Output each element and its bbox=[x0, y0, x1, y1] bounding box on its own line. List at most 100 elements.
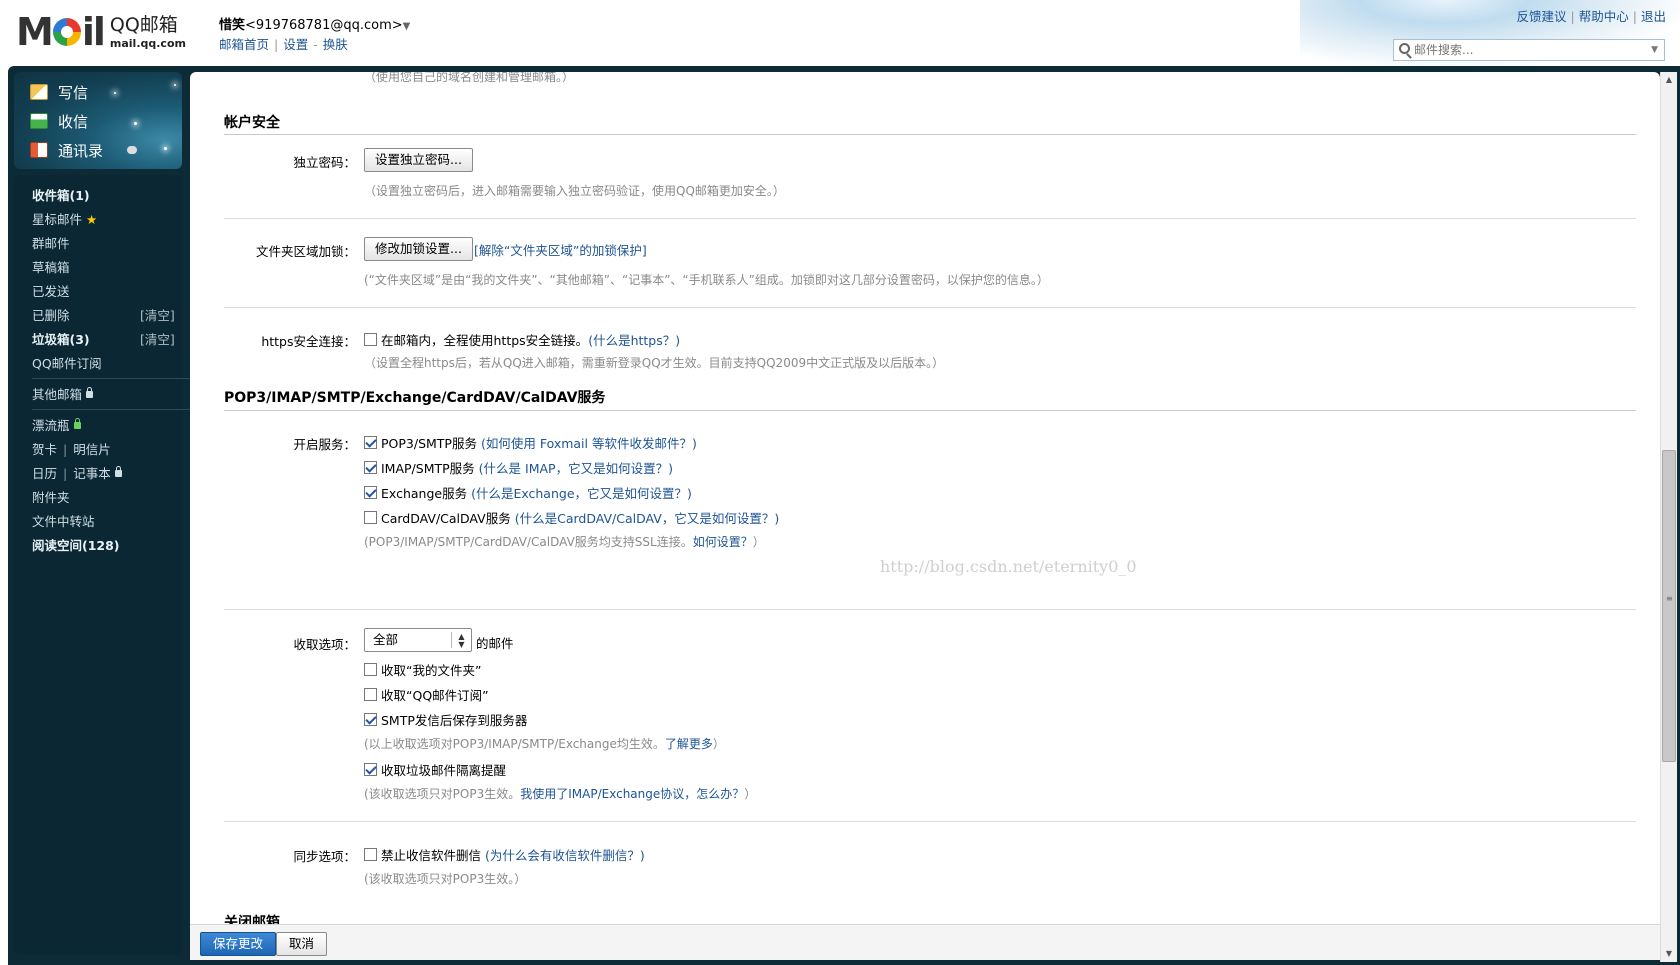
notebook-link[interactable]: 记事本 bbox=[73, 466, 111, 481]
carddav-label: CardDAV/CalDAV服务 bbox=[381, 510, 511, 526]
mailbox-home-link[interactable]: 邮箱首页 bbox=[219, 37, 269, 52]
exchange-checkbox[interactable] bbox=[364, 485, 377, 499]
fetch-my-folders: 收取“我的文件夹” bbox=[364, 660, 481, 678]
no-delete-checkbox[interactable] bbox=[364, 847, 377, 861]
folder-drafts[interactable]: 草稿箱 bbox=[32, 259, 70, 277]
decor-star bbox=[114, 92, 116, 94]
independent-password-hint: （设置独立密码后，进入邮箱需要输入独立密码验证，使用QQ邮箱更加安全。） bbox=[364, 184, 785, 198]
user-menu-arrow-icon[interactable]: ▼ bbox=[403, 21, 411, 32]
user-info[interactable]: 惜笑<919768781@qq.com>▼ bbox=[219, 14, 410, 33]
postcard-link[interactable]: 明信片 bbox=[73, 442, 111, 457]
search-input[interactable] bbox=[1414, 41, 1634, 59]
smtp-save-checkbox[interactable] bbox=[364, 712, 377, 726]
clear-deleted-link[interactable]: [清空] bbox=[140, 307, 175, 325]
remove-lock-link[interactable]: [解除“文件夹区域”的加锁保护] bbox=[474, 240, 647, 259]
settings-panel: （使用您自己的域名创建和管理邮箱。） 帐户安全 独立密码： 设置独立密码... … bbox=[190, 72, 1660, 934]
separator: - bbox=[313, 37, 318, 52]
mail-search-box[interactable]: ▼ bbox=[1393, 39, 1665, 61]
bottle-icon bbox=[73, 418, 81, 429]
folder-sent[interactable]: 已发送 bbox=[32, 283, 70, 301]
why-delete-link[interactable]: (为什么会有收信软件删信？) bbox=[485, 845, 645, 864]
fetch-hint-2: (该收取选项只对POP3生效。我使用了IMAP/Exchange协议，怎么办？） bbox=[364, 785, 756, 802]
logo-mark-tail: il bbox=[81, 10, 106, 54]
contacts-button[interactable]: 通讯录 bbox=[30, 138, 138, 162]
folder-junk[interactable]: 垃圾箱(3) [清空] bbox=[32, 331, 187, 349]
imap-smtp-checkbox[interactable] bbox=[364, 460, 377, 474]
logo-brand-cn: QQ邮箱 bbox=[109, 13, 178, 36]
section-rule bbox=[224, 410, 1636, 411]
folder-deleted[interactable]: 已删除 [清空] bbox=[32, 307, 187, 325]
sync-options-label: 同步选项： bbox=[293, 849, 356, 864]
service-pop3-smtp: POP3/SMTP服务 (如何使用 Foxmail 等软件收发邮件？) bbox=[364, 433, 697, 451]
enable-services-label: 开启服务： bbox=[293, 437, 356, 452]
receive-label: 收信 bbox=[58, 112, 89, 131]
folder-other-label: 其他邮箱 bbox=[32, 387, 83, 402]
set-independent-password-button[interactable]: 设置独立密码... bbox=[364, 148, 473, 172]
junk-reminder: 收取垃圾邮件隔离提醒 bbox=[364, 760, 506, 778]
folder-deleted-label: 已删除 bbox=[32, 308, 70, 323]
folder-other-mailboxes[interactable]: 其他邮箱 bbox=[32, 386, 94, 404]
folder-inbox[interactable]: 收件箱(1) bbox=[32, 187, 90, 205]
calendar-link[interactable]: 日历 bbox=[32, 466, 57, 481]
exchange-help-link[interactable]: (什么是Exchange，它又是如何设置？) bbox=[471, 483, 692, 502]
exchange-label: Exchange服务 bbox=[381, 485, 468, 501]
clear-junk-link[interactable]: [清空] bbox=[140, 331, 175, 349]
https-checkbox-label: 在邮箱内，全程使用https安全链接。 bbox=[381, 332, 589, 348]
logout-link[interactable]: 退出 bbox=[1641, 9, 1666, 24]
greeting-card-link[interactable]: 贺卡 bbox=[32, 442, 57, 457]
scrollbar-thumb[interactable]: ≡ bbox=[1662, 450, 1676, 762]
pop3-smtp-checkbox[interactable] bbox=[364, 435, 377, 449]
ssl-hint: (POP3/IMAP/SMTP/CardDAV/CalDAV服务均支持SSL连接… bbox=[364, 533, 765, 550]
row-rule bbox=[224, 821, 1636, 822]
imap-exchange-help-link[interactable]: 我使用了IMAP/Exchange协议，怎么办？ bbox=[520, 787, 744, 801]
pop3-help-link[interactable]: (如何使用 Foxmail 等软件收发邮件？) bbox=[481, 433, 697, 452]
scroll-up-icon[interactable]: ▲ bbox=[1661, 72, 1677, 88]
folder-drift-bottle[interactable]: 漂流瓶 bbox=[32, 417, 81, 435]
divider bbox=[32, 409, 192, 410]
fetch-my-folders-checkbox[interactable] bbox=[364, 662, 377, 676]
fetch-options-label: 收取选项： bbox=[293, 637, 356, 652]
receive-icon bbox=[30, 113, 48, 129]
receive-button[interactable]: 收信 bbox=[30, 109, 88, 133]
chat-bubble-icon[interactable] bbox=[127, 146, 138, 154]
skin-link[interactable]: 换肤 bbox=[323, 37, 348, 52]
fetch-hint-2-end: ） bbox=[744, 787, 757, 801]
folder-subscription[interactable]: QQ邮件订阅 bbox=[32, 355, 102, 373]
ssl-hint-text: (POP3/IMAP/SMTP/CardDAV/CalDAV服务均支持SSL连接… bbox=[364, 535, 693, 549]
https-label: https安全连接： bbox=[261, 334, 356, 349]
carddav-help-link[interactable]: (什么是CardDAV/CalDAV，它又是如何设置？) bbox=[515, 508, 779, 527]
help-center-link[interactable]: 帮助中心 bbox=[1579, 9, 1629, 24]
folder-starred[interactable]: 星标邮件 ★ bbox=[32, 211, 97, 229]
scroll-down-icon[interactable]: ▼ bbox=[1661, 946, 1677, 962]
what-is-https-link[interactable]: (什么是https？) bbox=[588, 330, 680, 349]
feedback-link[interactable]: 反馈建议 bbox=[1517, 9, 1567, 24]
settings-scroll-area[interactable]: （使用您自己的域名创建和管理邮箱。） 帐户安全 独立密码： 设置独立密码... … bbox=[190, 72, 1660, 934]
imap-help-link[interactable]: (什么是 IMAP，它又是如何设置？) bbox=[479, 458, 673, 477]
junk-reminder-checkbox[interactable] bbox=[364, 762, 377, 776]
vertical-scrollbar[interactable]: ▲ ≡ ▼ bbox=[1660, 72, 1677, 962]
folder-drift-label: 漂流瓶 bbox=[32, 418, 70, 433]
folder-group[interactable]: 群邮件 bbox=[32, 235, 70, 253]
fetch-hint-1-text: (以上收取选项对POP3/IMAP/SMTP/Exchange均生效。 bbox=[364, 737, 665, 751]
compose-button[interactable]: 写信 bbox=[30, 80, 88, 104]
lock-icon bbox=[114, 466, 122, 477]
ssl-setup-link[interactable]: 如何设置？ bbox=[693, 535, 753, 549]
settings-link[interactable]: 设置 bbox=[283, 37, 308, 52]
folder-reading-space[interactable]: 阅读空间(128) bbox=[32, 537, 120, 555]
save-changes-button[interactable]: 保存更改 bbox=[200, 932, 277, 956]
folder-list: 收件箱(1) 星标邮件 ★ 群邮件 草稿箱 已发送 已删除 [清空] 垃圾箱(3) [… bbox=[14, 175, 192, 955]
cancel-button[interactable]: 取消 bbox=[276, 932, 328, 956]
search-dropdown-icon[interactable]: ▼ bbox=[1651, 45, 1658, 55]
select-updown-icon: ▲ ▼ bbox=[451, 632, 471, 649]
learn-more-link[interactable]: 了解更多 bbox=[665, 737, 713, 751]
https-hint: （设置全程https后，若从QQ进入邮箱，需重新登录QQ才生效。目前支持QQ20… bbox=[364, 356, 945, 370]
modify-lock-button[interactable]: 修改加锁设置... bbox=[364, 237, 473, 261]
folder-attachments[interactable]: 附件夹 bbox=[32, 489, 70, 507]
service-exchange: Exchange服务 (什么是Exchange，它又是如何设置？) bbox=[364, 483, 692, 501]
fetch-range-select[interactable]: 全部 ▲ ▼ bbox=[364, 628, 472, 652]
https-checkbox[interactable] bbox=[364, 332, 377, 346]
fetch-subscription-checkbox[interactable] bbox=[364, 687, 377, 701]
qq-mail-logo[interactable]: M il QQ邮箱 mail.qq.com bbox=[16, 12, 186, 52]
carddav-checkbox[interactable] bbox=[364, 510, 377, 524]
folder-file-transfer[interactable]: 文件中转站 bbox=[32, 513, 95, 531]
